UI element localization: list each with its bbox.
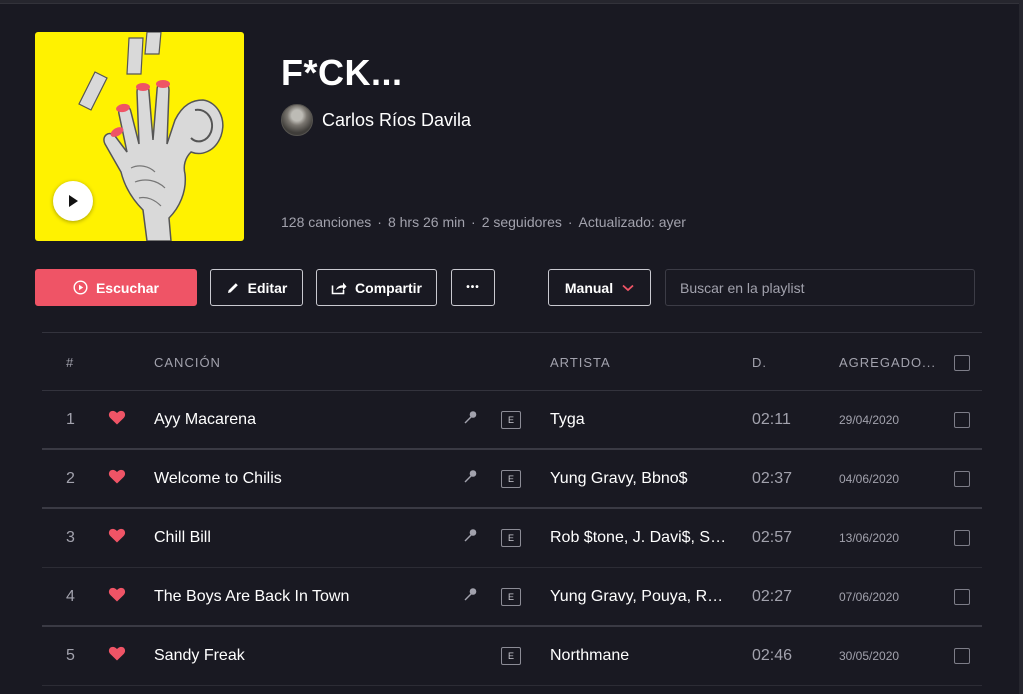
track-title[interactable]: The Boys Are Back In Town <box>154 588 349 606</box>
track-table: # CANCIÓN ARTISTA D. AGREGADO... 1 Ayy M… <box>42 332 982 686</box>
more-dots-icon: ••• <box>466 282 480 293</box>
track-number: 1 <box>66 410 75 428</box>
track-number: 2 <box>66 469 75 487</box>
chevron-down-icon <box>622 284 634 292</box>
explicit-badge: E <box>501 647 521 665</box>
table-row[interactable]: 4 The Boys Are Back In Town E Yung Gravy… <box>42 568 982 627</box>
sort-dropdown-label: Manual <box>564 279 614 296</box>
follower-count: 2 seguidores <box>481 214 562 230</box>
playlist-owner[interactable]: Carlos Ríos Davila <box>281 104 471 136</box>
track-artist[interactable]: Yung Gravy, Bbno$ <box>550 470 732 488</box>
share-button-label: Compartir <box>355 279 422 296</box>
row-checkbox[interactable] <box>954 588 970 605</box>
heart-icon[interactable] <box>108 409 126 430</box>
explicit-badge: E <box>501 410 521 429</box>
track-artist[interactable]: Rob $tone, J. Davi$, Spooks <box>550 529 732 547</box>
play-circle-icon <box>73 280 88 295</box>
column-header-added[interactable]: AGREGADO... <box>839 355 936 370</box>
row-checkbox[interactable] <box>954 530 970 546</box>
column-header-number[interactable]: # <box>66 355 74 370</box>
share-icon <box>331 281 347 295</box>
track-title[interactable]: Ayy Macarena <box>154 411 256 429</box>
track-title[interactable]: Sandy Freak <box>154 647 245 665</box>
explicit-badge: E <box>501 529 521 547</box>
playlist-meta: 128 canciones · 8 hrs 26 min · 2 seguido… <box>281 214 686 230</box>
total-duration: 8 hrs 26 min <box>387 214 466 230</box>
owner-name[interactable]: Carlos Ríos Davila <box>322 110 471 131</box>
edit-button-label: Editar <box>247 279 288 296</box>
track-added-date: 30/05/2020 <box>839 649 900 663</box>
microphone-icon[interactable] <box>462 468 478 489</box>
table-row[interactable]: 2 Welcome to Chilis E Yung Gravy, Bbno$ … <box>42 450 982 509</box>
track-added-date: 07/06/2020 <box>839 589 900 604</box>
track-duration: 02:57 <box>752 529 793 546</box>
track-number: 4 <box>66 587 75 605</box>
track-added-date: 04/06/2020 <box>839 471 900 486</box>
play-button-label: Escuchar <box>95 279 160 296</box>
avatar[interactable] <box>281 104 313 136</box>
track-number: 3 <box>66 529 75 546</box>
row-checkbox[interactable] <box>954 470 970 487</box>
microphone-icon[interactable] <box>462 528 478 549</box>
playlist-cover[interactable] <box>35 32 244 241</box>
scrollbar-track[interactable] <box>1019 0 1023 694</box>
track-artist[interactable]: Yung Gravy, Pouya, Ramirez <box>550 588 732 606</box>
table-row[interactable]: 1 Ayy Macarena E Tyga 02:11 29/04/2020 <box>42 391 982 450</box>
track-duration: 02:11 <box>752 410 791 428</box>
track-duration: 02:27 <box>752 587 793 605</box>
microphone-icon[interactable] <box>462 409 478 430</box>
edit-button[interactable]: Editar <box>210 269 303 306</box>
meta-separator: · <box>567 214 573 230</box>
share-button[interactable]: Compartir <box>316 269 437 306</box>
select-all-checkbox[interactable] <box>954 355 970 371</box>
updated-label: Actualizado: ayer <box>578 214 686 230</box>
track-duration: 02:37 <box>752 469 793 487</box>
track-duration: 02:46 <box>752 647 793 664</box>
track-title[interactable]: Chill Bill <box>154 529 211 547</box>
track-added-date: 13/06/2020 <box>839 531 900 545</box>
explicit-badge: E <box>501 469 521 488</box>
pencil-icon <box>226 281 240 295</box>
song-count: 128 canciones <box>281 214 372 230</box>
play-icon <box>69 195 78 207</box>
column-header-duration[interactable]: D. <box>752 355 767 370</box>
track-title[interactable]: Welcome to Chilis <box>154 470 282 488</box>
meta-separator: · <box>377 214 382 230</box>
top-border <box>0 0 1023 4</box>
playlist-search-input[interactable] <box>665 269 975 306</box>
more-options-button[interactable]: ••• <box>451 269 495 306</box>
table-header: # CANCIÓN ARTISTA D. AGREGADO... <box>42 332 982 391</box>
play-button[interactable]: Escuchar <box>35 269 197 306</box>
explicit-badge: E <box>501 587 521 606</box>
cover-play-button[interactable] <box>53 181 93 221</box>
track-artist[interactable]: Tyga <box>550 411 732 429</box>
column-header-artist[interactable]: ARTISTA <box>550 355 611 370</box>
track-number: 5 <box>66 647 75 664</box>
sort-dropdown[interactable]: Manual <box>548 269 651 306</box>
heart-icon[interactable] <box>108 468 126 489</box>
playlist-title: F*CK... <box>281 52 403 93</box>
table-row[interactable]: 5 Sandy Freak E Northmane 02:46 30/05/20… <box>42 627 982 686</box>
track-added-date: 29/04/2020 <box>839 412 900 427</box>
column-header-song[interactable]: CANCIÓN <box>154 355 221 370</box>
meta-separator: · <box>471 214 476 230</box>
row-checkbox[interactable] <box>954 411 970 428</box>
heart-icon[interactable] <box>108 586 126 607</box>
table-row[interactable]: 3 Chill Bill E Rob $tone, J. Davi$, Spoo… <box>42 509 982 568</box>
heart-icon[interactable] <box>108 528 126 549</box>
row-checkbox[interactable] <box>954 648 970 664</box>
track-artist[interactable]: Northmane <box>550 647 732 665</box>
heart-icon[interactable] <box>108 646 126 667</box>
microphone-icon[interactable] <box>462 586 478 607</box>
